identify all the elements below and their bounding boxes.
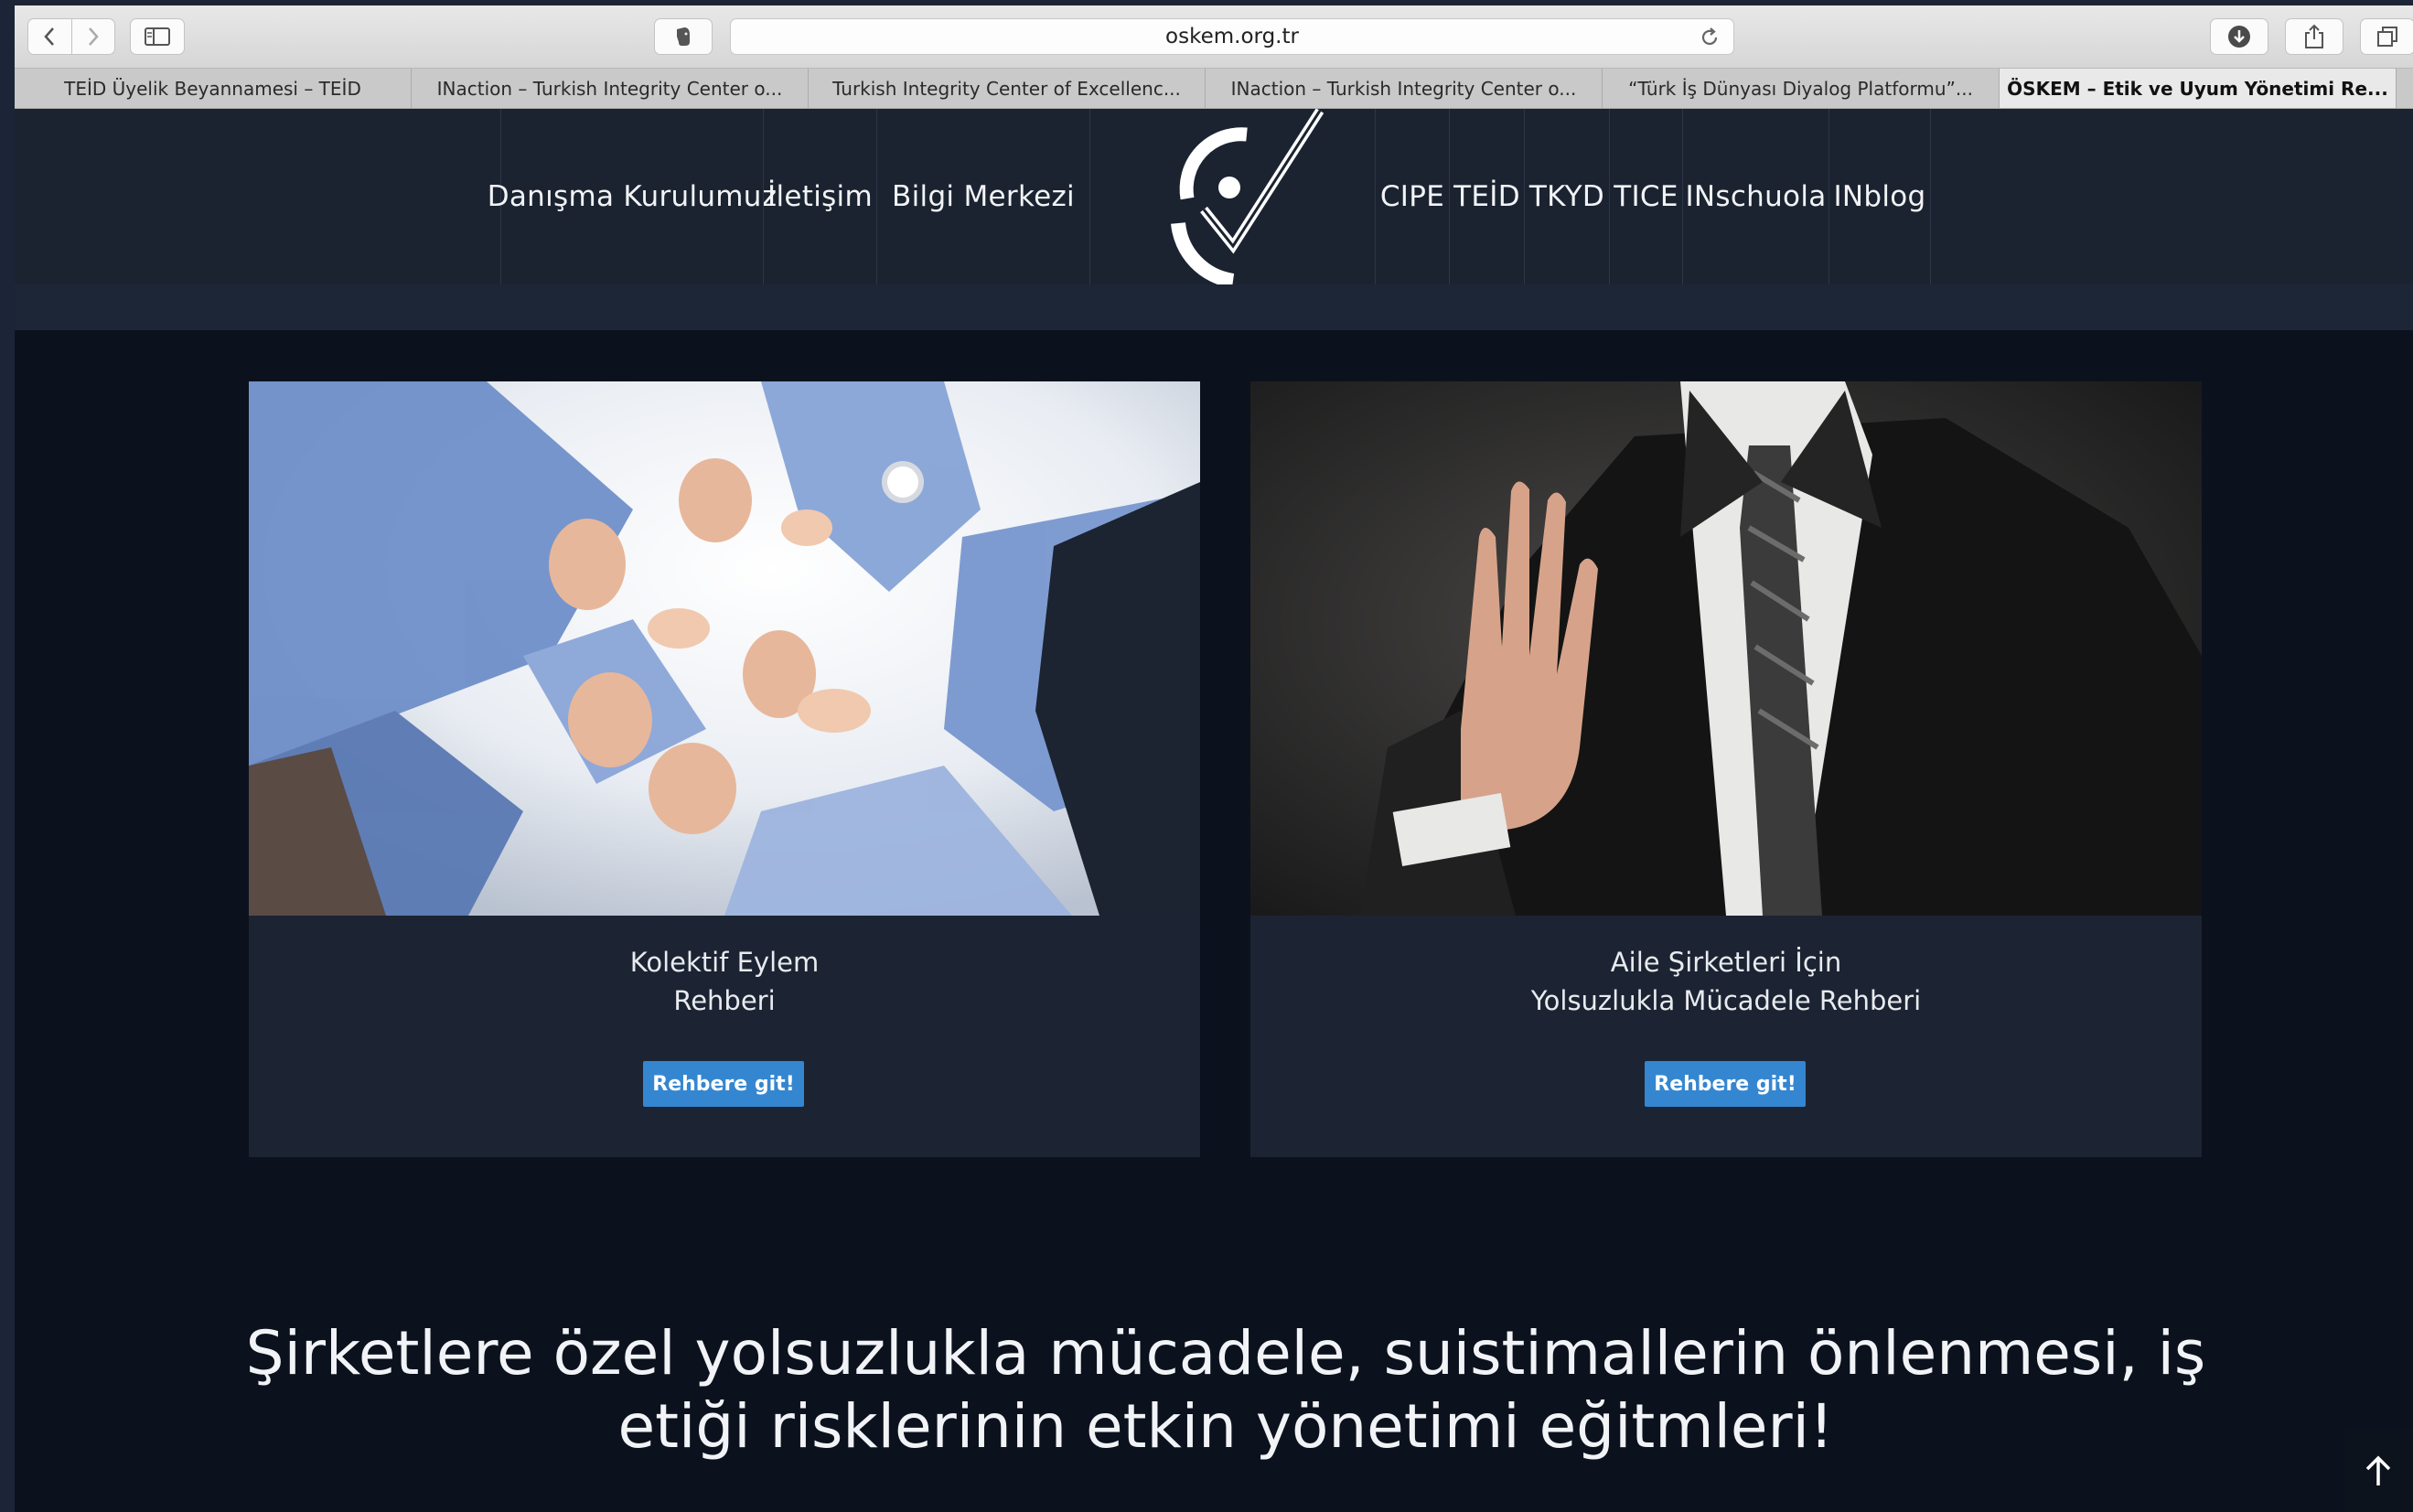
site-header: Danışma Kurulumuz İletişim Bilgi Merkezi… (15, 108, 2413, 288)
card-title-line: Kolektif Eylem (629, 947, 820, 978)
nav-link-inblog[interactable]: INblog (1829, 109, 1931, 284)
guide-card-collective-action: Kolektif Eylem Rehberi Rehbere git! (249, 381, 1200, 1157)
sidebar-icon (145, 27, 170, 46)
nav-link-knowledge-center[interactable]: Bilgi Merkezi (876, 109, 1090, 284)
nav-label: CIPE (1379, 180, 1445, 213)
nav-link-contact[interactable]: İletişim (763, 109, 876, 284)
tabs-overview-button[interactable] (2360, 18, 2413, 55)
nav-label: INschuola (1685, 180, 1827, 213)
nav-label: TKYD (1528, 180, 1605, 213)
card-title: Kolektif Eylem Rehberi (249, 943, 1200, 1020)
browser-tab[interactable]: Turkish Integrity Center of Excellenc... (809, 69, 1206, 108)
share-button[interactable] (2285, 18, 2343, 55)
nav-link-cipe[interactable]: CIPE (1375, 109, 1449, 284)
card-title-line: Rehberi (673, 985, 776, 1016)
arrow-up-icon (2365, 1455, 2391, 1485)
nav-label: İletişim (767, 180, 873, 213)
nav-link-tkyd[interactable]: TKYD (1524, 109, 1609, 284)
chevron-right-icon (88, 27, 99, 46)
tab-label: INaction – Turkish Integrity Center o... (436, 77, 783, 100)
headline-line: Şirketlere özel yolsuzlukla mücadele, su… (245, 1318, 2206, 1389)
nav-label: Bilgi Merkezi (892, 180, 1075, 213)
oskem-logo-icon (1171, 108, 1324, 288)
go-to-guide-button[interactable]: Rehbere git! (643, 1061, 804, 1107)
extension-button[interactable] (654, 18, 713, 55)
nav-label: TICE (1614, 180, 1678, 213)
site-logo[interactable] (1132, 108, 1334, 288)
chevron-left-icon (44, 27, 55, 46)
browser-toolbar: oskem.org.tr (15, 5, 2413, 69)
back-button[interactable] (28, 19, 71, 54)
go-to-guide-button[interactable]: Rehbere git! (1645, 1061, 1806, 1107)
nav-link-tice[interactable]: TICE (1609, 109, 1682, 284)
browser-tab[interactable]: TEİD Üyelik Beyannamesi – TEİD (15, 69, 412, 108)
tabs-icon (2377, 27, 2397, 47)
share-icon (2305, 24, 2323, 48)
nav-link-advisory-board[interactable]: Danışma Kurulumuz (488, 109, 777, 284)
headline-line: etiği risklerinin etkin yönetimi eğitmle… (617, 1391, 1834, 1462)
forward-button[interactable] (70, 19, 115, 54)
tab-label: ÖSKEM – Etik ve Uyum Yönetimi Re... (2007, 77, 2388, 100)
browser-tab[interactable]: INaction – Turkish Integrity Center o... (412, 69, 809, 108)
evernote-elephant-icon (677, 27, 690, 46)
nav-link-inschuola[interactable]: INschuola (1682, 109, 1829, 284)
card-title-line: Yolsuzlukla Mücadele Rehberi (1530, 985, 1922, 1016)
tab-label: INaction – Turkish Integrity Center o... (1230, 77, 1577, 100)
browser-tab-active[interactable]: ÖSKEM – Etik ve Uyum Yönetimi Re... (2000, 69, 2397, 108)
nav-label: TEİD (1453, 180, 1520, 213)
address-bar[interactable]: oskem.org.tr (730, 18, 1734, 55)
back-forward-group (27, 18, 115, 55)
browser-tab[interactable]: “Türk İş Dünyası Diyalog Platformu”... (1603, 69, 2000, 108)
sidebar-button[interactable] (130, 18, 185, 55)
downloads-button[interactable] (2210, 18, 2268, 55)
guide-card-family-business: Aile Şirketleri İçin Yolsuzlukla Mücadel… (1250, 381, 2202, 1157)
reload-icon[interactable] (1699, 27, 1721, 48)
businessman-stop-hand-photo (1250, 381, 2202, 916)
tab-label: “Türk İş Dünyası Diyalog Platformu”... (1628, 77, 1973, 100)
tab-label: Turkish Integrity Center of Excellenc... (832, 77, 1181, 100)
tab-bar: TEİD Üyelik Beyannamesi – TEİD INaction … (15, 69, 2413, 109)
team-huddle-photo (249, 381, 1200, 916)
nav-label: Danışma Kurulumuz (487, 180, 778, 213)
window-frame-left (0, 0, 15, 1512)
nav-link-teid[interactable]: TEİD (1449, 109, 1524, 284)
url-text: oskem.org.tr (1165, 25, 1299, 48)
card-title-line: Aile Şirketleri İçin (1610, 947, 1842, 978)
card-title: Aile Şirketleri İçin Yolsuzlukla Mücadel… (1250, 943, 2202, 1020)
nav-label: INblog (1833, 180, 1926, 213)
scroll-to-top-button[interactable] (2343, 1429, 2413, 1512)
training-headline: Şirketlere özel yolsuzlukla mücadele, su… (165, 1317, 2287, 1464)
tab-label: TEİD Üyelik Beyannamesi – TEİD (64, 77, 361, 100)
header-sub-strip (15, 284, 2413, 330)
download-icon (2228, 26, 2250, 48)
browser-tab[interactable]: INaction – Turkish Integrity Center o... (1206, 69, 1603, 108)
